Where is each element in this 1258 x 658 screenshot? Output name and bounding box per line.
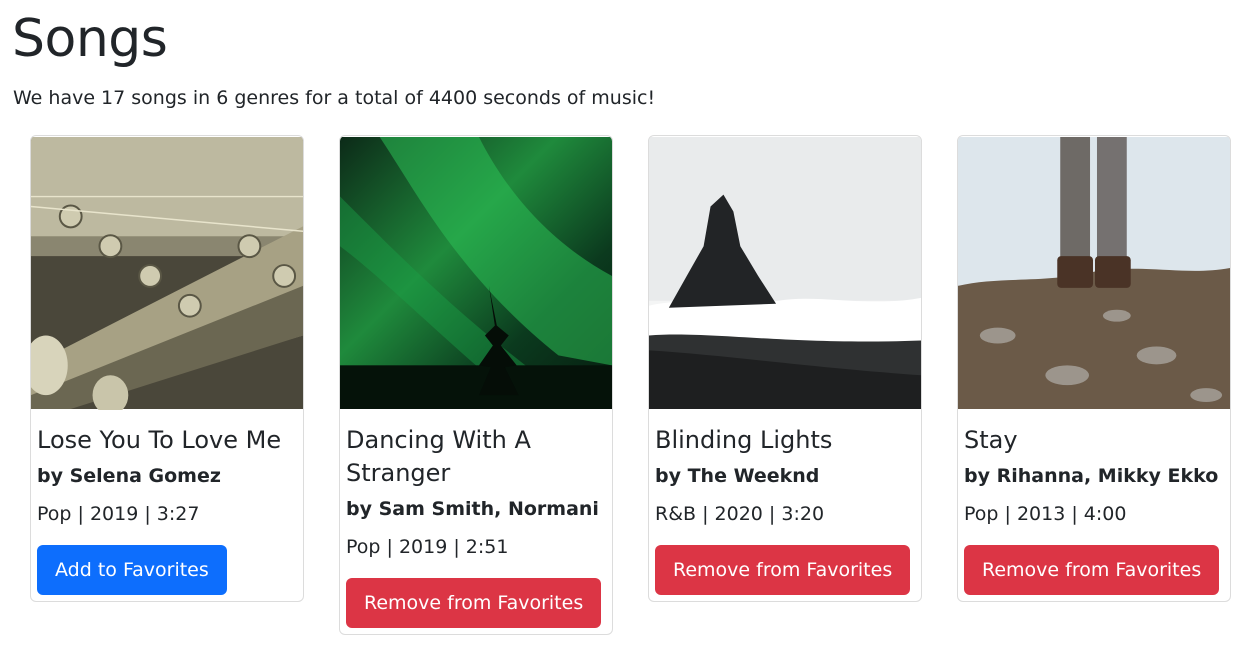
add-to-favorites-button[interactable]: Add to Favorites — [37, 545, 227, 595]
song-title: Lose You To Love Me — [37, 426, 282, 454]
song-artist: by Selena Gomez — [37, 465, 221, 487]
song-artist: by Rihanna, Mikky Ekko — [964, 465, 1219, 487]
page-title: Songs — [12, 9, 168, 69]
song-meta: Pop | 2013 | 4:00 — [964, 503, 1127, 525]
song-card: Dancing With A Stranger by Sam Smith, No… — [339, 135, 613, 635]
remove-from-favorites-button[interactable]: Remove from Favorites — [964, 545, 1220, 595]
song-image-sea-rock — [649, 137, 921, 409]
song-card: Lose You To Love Me by Selena Gomez Pop … — [30, 135, 304, 602]
song-artist: by Sam Smith, Normani — [346, 498, 599, 520]
song-meta: Pop | 2019 | 2:51 — [346, 536, 509, 558]
song-title: Dancing With A Stranger — [346, 426, 531, 487]
song-artist: by The Weeknd — [655, 465, 820, 487]
song-meta: R&B | 2020 | 3:20 — [655, 503, 825, 525]
song-image-aurora — [340, 137, 612, 409]
remove-from-favorites-button[interactable]: Remove from Favorites — [346, 578, 602, 628]
song-meta: Pop | 2019 | 3:27 — [37, 503, 200, 525]
song-image-legs-on-rocks — [958, 137, 1230, 409]
song-card: Stay by Rihanna, Mikky Ekko Pop | 2013 |… — [957, 135, 1231, 602]
song-title: Stay — [964, 426, 1018, 454]
remove-from-favorites-button[interactable]: Remove from Favorites — [655, 545, 911, 595]
songs-summary: We have 17 songs in 6 genres for a total… — [13, 87, 656, 109]
song-title: Blinding Lights — [655, 426, 833, 454]
song-image-guitar — [31, 137, 303, 410]
song-card: Blinding Lights by The Weeknd R&B | 2020… — [648, 135, 922, 602]
